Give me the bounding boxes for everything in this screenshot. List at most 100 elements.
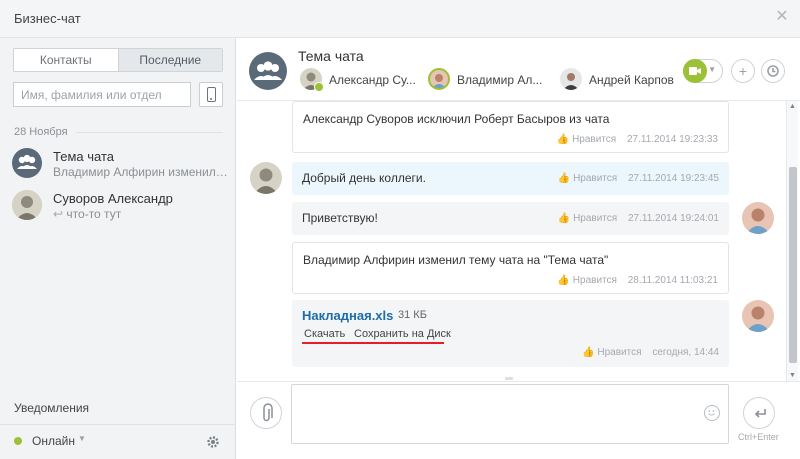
- group-chat-avatar: [12, 148, 42, 178]
- chat-avatar: [249, 52, 287, 90]
- download-link[interactable]: Скачать: [304, 328, 345, 340]
- scroll-up-icon[interactable]: ▲: [789, 103, 796, 110]
- portrait-icon: [12, 190, 42, 220]
- video-icon: [683, 59, 707, 83]
- chat-message: Добрый день коллеги. 👍 Нравится 27.11.201…: [292, 162, 729, 195]
- recent-item-group-chat[interactable]: Тема чата Владимир Алфирин изменил тему …: [0, 144, 236, 184]
- message-input-box: [291, 384, 729, 444]
- group-icon: [254, 61, 282, 80]
- highlight-underline: [302, 342, 444, 344]
- like-label: Нравится: [572, 134, 617, 145]
- message-text: Добрый день коллеги.: [302, 171, 426, 185]
- message-meta: 👍 Нравится 28.11.2014 11:03:21: [557, 275, 718, 286]
- attach-icon: [263, 403, 273, 422]
- system-message: Александр Суворов исключил Роберт Басыро…: [292, 101, 729, 153]
- like-icon: 👍: [557, 275, 570, 286]
- avatar: [12, 190, 42, 220]
- send-button[interactable]: [743, 397, 775, 429]
- chat-title: Тема чата: [298, 48, 364, 64]
- message-meta: 👍 Нравится 27.11.2014 19:23:45: [558, 173, 719, 184]
- phone-button[interactable]: [199, 82, 223, 107]
- message-text: Владимир Алфирин изменил тему чата на "Т…: [303, 253, 609, 267]
- message-time: 28.11.2014 11:03:21: [627, 275, 718, 286]
- like-label: Нравится: [573, 213, 618, 224]
- scroll-down-icon[interactable]: ▼: [789, 372, 796, 379]
- portrait-icon: [746, 306, 770, 332]
- divider: [76, 132, 223, 133]
- recent-item-subtitle-text: что-то тут: [66, 207, 122, 221]
- file-message: Накладная.xls 31 КБ Скачать Сохранить на…: [292, 300, 729, 367]
- avatar: [742, 202, 774, 234]
- message-meta: 👍 Нравится 27.11.2014 19:24:01: [558, 213, 719, 224]
- recent-item-subtitle: Владимир Алфирин изменил тему ч: [53, 165, 228, 179]
- member-name: Андрей Карпов: [589, 73, 674, 87]
- like-label: Нравится: [597, 347, 642, 358]
- system-message: Владимир Алфирин изменил тему чата на "Т…: [292, 242, 729, 294]
- group-icon: [17, 154, 37, 169]
- avatar: [250, 162, 282, 194]
- status-dot-icon: [14, 437, 22, 445]
- avatar: [742, 300, 774, 332]
- avatar: [560, 68, 582, 90]
- reply-icon: ↩: [53, 207, 64, 221]
- message-scrollbar[interactable]: ▲ ▼: [786, 101, 798, 381]
- recent-item-subtitle: ↩ что-то тут: [53, 207, 228, 221]
- resize-grip[interactable]: [505, 377, 513, 380]
- add-member-button[interactable]: +: [731, 59, 755, 83]
- message-text: Александр Суворов исключил Роберт Басыро…: [303, 112, 610, 126]
- window-title: Бизнес-чат: [14, 11, 81, 26]
- portrait-icon: [254, 168, 278, 194]
- like-button[interactable]: 👍 Нравится: [557, 275, 617, 286]
- divider: [237, 381, 800, 382]
- attach-button[interactable]: [250, 397, 282, 429]
- like-icon: 👍: [556, 134, 570, 145]
- send-icon: [754, 409, 766, 418]
- history-button[interactable]: [761, 59, 785, 83]
- portrait-icon: [432, 74, 446, 88]
- file-size: 31 КБ: [398, 309, 427, 321]
- like-icon: 👍: [557, 213, 571, 224]
- save-to-disk-link[interactable]: Сохранить на Диск: [354, 328, 451, 340]
- portrait-icon: [746, 208, 770, 234]
- sidebar-tabs: Контакты Последние: [13, 48, 223, 72]
- avatar: [428, 68, 450, 90]
- plus-icon: +: [738, 63, 748, 79]
- like-label: Нравится: [572, 275, 617, 286]
- video-call-button[interactable]: ▼: [683, 59, 723, 83]
- window-titlebar: Бизнес-чат ✕: [0, 0, 800, 38]
- date-separator: 28 Ноября: [14, 126, 68, 138]
- notifications-label[interactable]: Уведомления: [14, 401, 89, 415]
- portrait-icon: [563, 73, 579, 90]
- message-text: Приветствую!: [302, 211, 378, 225]
- file-name-link[interactable]: Накладная.xls: [302, 308, 393, 323]
- recent-item-suvorov[interactable]: Суворов Александр ↩ что-то тут: [0, 186, 236, 226]
- send-shortcut-hint: Ctrl+Enter: [738, 432, 779, 442]
- like-button[interactable]: 👍 Нравится: [558, 173, 618, 184]
- tab-contacts[interactable]: Контакты: [14, 49, 118, 71]
- chevron-down-icon[interactable]: ▼: [78, 434, 86, 443]
- close-icon[interactable]: ✕: [774, 9, 790, 25]
- message-list: Александр Суворов исключил Роберт Басыро…: [237, 101, 785, 381]
- gear-icon[interactable]: [206, 435, 220, 449]
- chat-header: Тема чата Александр Су... Владимир Ал...…: [237, 38, 800, 101]
- message-time: 27.11.2014 19:23:33: [626, 134, 718, 145]
- admin-badge-icon: [314, 82, 324, 92]
- member-name: Александр Су...: [329, 73, 416, 87]
- smile-icon[interactable]: [704, 405, 720, 421]
- search-input[interactable]: [14, 83, 190, 106]
- like-button[interactable]: 👍 Нравится: [558, 213, 618, 224]
- like-button[interactable]: 👍 Нравится: [582, 347, 642, 358]
- like-icon: 👍: [557, 173, 571, 184]
- like-button[interactable]: 👍 Нравится: [557, 134, 617, 145]
- tab-recent[interactable]: Последние: [117, 49, 222, 71]
- status-selector[interactable]: Онлайн: [32, 434, 75, 448]
- like-icon: 👍: [581, 347, 595, 358]
- scroll-thumb[interactable]: [789, 167, 797, 363]
- message-time: 27.11.2014 19:24:01: [627, 213, 719, 224]
- chat-message: Приветствую! 👍 Нравится 27.11.2014 19:24:…: [292, 202, 729, 235]
- history-icon: [767, 65, 779, 77]
- recent-item-name: Тема чата: [53, 149, 114, 164]
- sidebar: Контакты Последние 28 Ноября Тема чата В…: [0, 38, 236, 459]
- chevron-down-icon: ▼: [708, 65, 716, 74]
- message-input[interactable]: [292, 385, 728, 443]
